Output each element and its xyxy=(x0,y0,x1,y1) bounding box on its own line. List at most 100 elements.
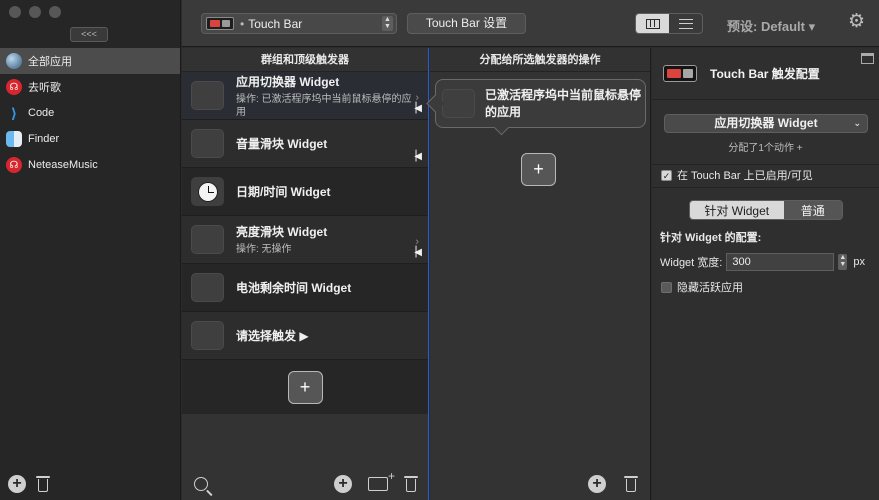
top-toolbar: • Touch Bar ▲ ▼ Touch Bar 设置 预设: Default … xyxy=(182,0,879,47)
view-mode-toggle xyxy=(635,13,703,34)
minimize-window-button[interactable] xyxy=(29,6,41,18)
divider xyxy=(652,187,879,188)
inspector-header: Touch Bar 触发配置 xyxy=(652,48,879,100)
trigger-row[interactable]: 亮度滑块 Widget 操作: 无操作 › ▕◀ xyxy=(182,216,428,264)
search-icon[interactable] xyxy=(194,477,208,491)
widget-icon xyxy=(191,129,224,158)
width-label: Widget 宽度: xyxy=(660,257,723,269)
trigger-title: 请选择触发 ▶ xyxy=(236,329,309,343)
widget-icon xyxy=(191,273,224,302)
add-action-button[interactable]: + xyxy=(521,153,556,186)
trigger-row[interactable]: 应用切换器 Widget 操作: 已激活程序坞中当前鼠标悬停的应用 › ▕◀ xyxy=(182,72,428,120)
move-to-start-icon[interactable]: ▕◀ xyxy=(409,151,422,162)
close-window-button[interactable] xyxy=(9,6,21,18)
list-icon xyxy=(678,18,693,29)
widget-icon xyxy=(191,81,224,110)
width-unit: px xyxy=(853,256,865,268)
column-view-button[interactable] xyxy=(636,14,669,33)
add-trigger-button[interactable]: + xyxy=(287,370,323,404)
trigger-title: 应用切换器 Widget xyxy=(236,74,340,89)
trigger-title: 音量滑块 Widget xyxy=(236,137,328,151)
widget-type-select[interactable]: 应用切换器 Widget ⌄ xyxy=(664,114,868,133)
sidebar-item-all-apps[interactable]: 全部应用 xyxy=(0,48,180,74)
actions-header: 分配给所选触发器的操作 xyxy=(430,48,650,72)
touchbar-icon xyxy=(663,65,697,82)
width-row: Widget 宽度: ▲▼ px xyxy=(660,253,879,271)
touchbar-icon xyxy=(206,17,234,30)
enabled-checkbox-row[interactable]: ✓ 在 Touch Bar 上已启用/可见 xyxy=(652,165,879,185)
assigned-actions-link[interactable]: 分配了1个动作 + xyxy=(652,139,879,154)
action-icon xyxy=(442,89,475,118)
triggers-column: 群组和顶级触发器 应用切换器 Widget 操作: 已激活程序坞中当前鼠标悬停的… xyxy=(182,48,429,500)
sidebar-item-label: NeteaseMusic xyxy=(28,159,98,171)
width-input[interactable] xyxy=(726,253,835,271)
triggers-footer: + xyxy=(182,468,428,500)
delete-trigger-icon[interactable] xyxy=(404,475,418,493)
sidebar-item-label: Code xyxy=(28,107,55,119)
window-icon[interactable] xyxy=(861,53,874,64)
sidebar-item-code[interactable]: ⟩ Code xyxy=(0,100,180,126)
hide-active-checkbox-row[interactable]: 隐藏活跃应用 xyxy=(652,277,879,297)
sidebar-item-neteasemusic[interactable]: ☊ NeteaseMusic xyxy=(0,152,180,178)
trigger-row[interactable]: 请选择触发 ▶ xyxy=(182,312,428,360)
inspector-title: Touch Bar 触发配置 xyxy=(710,67,820,81)
trigger-title: 日期/时间 Widget xyxy=(236,185,331,199)
sidebar-item-label: 去听歌 xyxy=(28,82,61,94)
sidebar-item-finder[interactable]: Finder xyxy=(0,126,180,152)
add-action-icon[interactable]: + xyxy=(588,475,606,493)
normal-mode-button[interactable]: 普通 xyxy=(783,201,842,219)
touchbar-type-select[interactable]: • Touch Bar ▲ ▼ xyxy=(201,13,397,34)
action-card[interactable]: 已激活程序坞中当前鼠标悬停的应用 xyxy=(435,79,646,128)
touchbar-settings-button[interactable]: Touch Bar 设置 xyxy=(407,13,526,34)
touchbar-select-label: Touch Bar xyxy=(248,16,303,31)
trigger-title: 电池剩余时间 Widget xyxy=(236,281,352,295)
preset-dropdown[interactable]: 预设: Default ▾ xyxy=(727,16,815,35)
clock-face xyxy=(197,181,218,202)
add-trigger-icon[interactable]: + xyxy=(334,475,352,493)
add-trigger-area: + xyxy=(182,360,428,414)
hide-active-checkbox[interactable] xyxy=(661,281,672,293)
enabled-checkbox[interactable]: ✓ xyxy=(661,169,672,181)
zoom-window-button[interactable] xyxy=(49,6,61,18)
delete-app-icon[interactable] xyxy=(36,475,50,493)
sidebar-item-label: 全部应用 xyxy=(28,56,72,68)
sidebar-footer: + xyxy=(0,468,180,500)
trigger-subtitle: 操作: 已激活程序坞中当前鼠标悬停的应用 xyxy=(236,93,412,118)
config-mode-toggle: 针对 Widget 普通 xyxy=(689,200,843,220)
sidebar-item-listen[interactable]: ☊ 去听歌 xyxy=(0,74,180,100)
globe-icon xyxy=(6,53,22,69)
trigger-title: 亮度滑块 Widget xyxy=(236,225,328,239)
trigger-row[interactable]: 日期/时间 Widget xyxy=(182,168,428,216)
widget-icon xyxy=(191,321,224,350)
trigger-row[interactable]: 电池剩余时间 Widget xyxy=(182,264,428,312)
delete-action-icon[interactable] xyxy=(624,475,638,493)
width-stepper[interactable]: ▲ ▼ xyxy=(838,254,848,270)
config-section-label: 针对 Widget 的配置: xyxy=(660,232,762,244)
inspector-panel: Touch Bar 触发配置 应用切换器 Widget ⌄ 分配了1个动作 + … xyxy=(652,48,879,500)
finder-icon xyxy=(6,131,22,147)
app-sidebar: <<< 全部应用 ☊ 去听歌 ⟩ Code Finder ☊ NeteaseMu… xyxy=(0,0,181,500)
move-to-start-icon[interactable]: ▕◀ xyxy=(409,103,422,114)
clock-icon xyxy=(191,177,224,206)
app-list: 全部应用 ☊ 去听歌 ⟩ Code Finder ☊ NeteaseMusic xyxy=(0,48,180,178)
vscode-icon: ⟩ xyxy=(10,104,18,121)
sidebar-item-label: Finder xyxy=(28,133,60,145)
bullet-dot: • xyxy=(240,16,245,31)
gear-icon[interactable]: ⚙ xyxy=(848,12,865,32)
trigger-row[interactable]: 音量滑块 Widget ▕◀ xyxy=(182,120,428,168)
actions-footer: + xyxy=(430,468,650,500)
chevron-down-icon: ⌄ xyxy=(853,118,861,128)
collapse-sidebar-button[interactable]: <<< xyxy=(70,27,108,42)
widget-mode-button[interactable]: 针对 Widget xyxy=(690,201,784,219)
enabled-label: 在 Touch Bar 上已启用/可见 xyxy=(677,170,813,182)
actions-column: 分配给所选触发器的操作 已激活程序坞中当前鼠标悬停的应用 + + xyxy=(430,48,651,500)
action-text: 已激活程序坞中当前鼠标悬停的应用 xyxy=(485,87,642,119)
netease-icon: ☊ xyxy=(6,79,22,95)
move-to-start-icon[interactable]: ▕◀ xyxy=(409,247,422,258)
list-view-button[interactable] xyxy=(669,14,702,33)
new-group-icon[interactable] xyxy=(368,469,395,491)
select-chevron-icon: ▲ ▼ xyxy=(382,16,393,31)
trigger-subtitle: 操作: 无操作 xyxy=(236,244,292,255)
add-app-button[interactable]: + xyxy=(8,475,26,493)
widget-select-label: 应用切换器 Widget xyxy=(714,116,818,130)
